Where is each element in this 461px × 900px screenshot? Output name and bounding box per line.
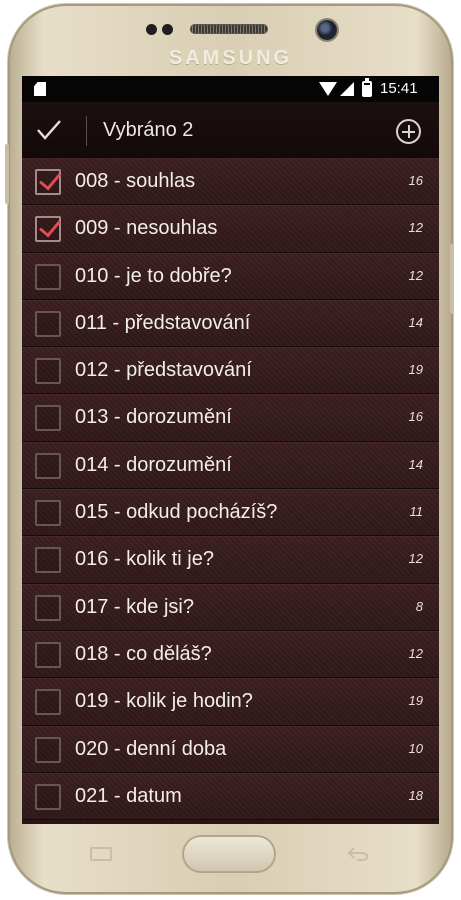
- item-label: 013 - dorozumění: [75, 406, 232, 429]
- item-checkbox[interactable]: [35, 689, 61, 716]
- brand-logo: SAMSUNG: [168, 47, 293, 69]
- item-count: 10: [408, 740, 423, 756]
- list-item[interactable]: 021 - datum 18: [22, 772, 439, 821]
- item-count: 19: [408, 362, 423, 378]
- item-label: 014 - dorozumění: [75, 453, 232, 476]
- item-count: 12: [408, 267, 423, 283]
- home-button[interactable]: [182, 835, 276, 873]
- sensor-icon: [162, 24, 173, 35]
- item-label: 012 - představování: [75, 359, 252, 382]
- check-icon[interactable]: [36, 118, 62, 142]
- back-icon[interactable]: [346, 846, 370, 862]
- front-camera-icon: [317, 20, 337, 40]
- item-checkbox[interactable]: [35, 405, 61, 432]
- item-label: 011 - představování: [75, 311, 251, 334]
- sd-card-icon: [34, 82, 46, 96]
- item-label: 009 - nesouhlas: [75, 217, 218, 240]
- item-count: 12: [408, 645, 423, 661]
- item-count: 12: [408, 220, 423, 236]
- item-label: 015 - odkud pocházíš?: [75, 501, 278, 524]
- item-count: 8: [415, 598, 423, 614]
- battery-icon: [362, 78, 372, 97]
- item-count: 14: [408, 314, 423, 330]
- list-item[interactable]: 019 - kolik je hodin? 19: [22, 678, 439, 726]
- list-item[interactable]: 016 - kolik ti je? 12: [22, 536, 439, 584]
- list-item[interactable]: 014 - dorozumění 14: [22, 441, 439, 490]
- list-item[interactable]: 013 - dorozumění 16: [22, 394, 439, 442]
- item-label: 020 - denní doba: [75, 737, 227, 760]
- status-time: 15:41: [380, 80, 418, 97]
- item-count: 19: [408, 693, 423, 709]
- volume-button: [5, 144, 9, 204]
- item-checkbox[interactable]: [35, 452, 61, 479]
- item-checkbox[interactable]: [35, 169, 61, 195]
- item-label: 008 - souhlas: [75, 170, 196, 192]
- list-item[interactable]: 020 - denní doba 10: [22, 725, 439, 773]
- item-checkbox[interactable]: [35, 736, 61, 763]
- signal-icon: [340, 82, 354, 96]
- item-checkbox[interactable]: [35, 500, 61, 527]
- topic-list: 008 - souhlas 16 009 - nesouhlas 12 010 - je…: [22, 158, 439, 821]
- power-button: [450, 244, 454, 314]
- list-item[interactable]: 011 - představování 14: [22, 299, 439, 348]
- recent-apps-icon[interactable]: [90, 847, 112, 861]
- list-item[interactable]: 008 - souhlas 16: [22, 158, 439, 206]
- list-item[interactable]: 018 - co děláš? 12: [22, 630, 439, 679]
- earpiece-speaker: [190, 24, 268, 34]
- sensor-icon: [146, 24, 157, 35]
- add-circle-icon[interactable]: [396, 119, 421, 144]
- item-count: 18: [408, 787, 423, 803]
- item-count: 16: [408, 173, 423, 188]
- item-count: 16: [408, 409, 423, 425]
- item-checkbox[interactable]: [35, 263, 61, 290]
- item-label: 021 - datum: [75, 784, 182, 807]
- item-count: 12: [408, 551, 423, 567]
- list-item[interactable]: 012 - představování 19: [22, 347, 439, 395]
- item-label: 010 - je to dobře?: [75, 264, 232, 287]
- list-item[interactable]: 010 - je to dobře? 12: [22, 252, 439, 300]
- item-label: 016 - kolik ti je?: [75, 548, 214, 571]
- wifi-icon: [319, 82, 337, 96]
- list-item[interactable]: 017 - kde jsi? 8: [22, 583, 439, 631]
- list-item[interactable]: 009 - nesouhlas 12: [22, 205, 439, 253]
- item-checkbox[interactable]: [35, 216, 61, 243]
- item-checkbox[interactable]: [35, 641, 61, 668]
- item-count: 11: [409, 504, 424, 520]
- status-bar: 15:41: [22, 76, 439, 102]
- item-label: 017 - kde jsi?: [75, 595, 194, 618]
- item-checkbox[interactable]: [35, 310, 61, 337]
- item-count: 14: [408, 456, 423, 472]
- action-bar: Vybráno 2: [22, 102, 439, 158]
- item-checkbox[interactable]: [35, 547, 61, 574]
- item-checkbox[interactable]: [35, 594, 61, 621]
- item-label: 019 - kolik je hodin?: [75, 690, 253, 713]
- selection-title: Vybráno 2: [103, 119, 194, 141]
- list-item[interactable]: 015 - odkud pocházíš? 11: [22, 489, 439, 537]
- item-checkbox[interactable]: [35, 358, 61, 385]
- item-checkbox[interactable]: [35, 783, 61, 810]
- screen: 15:41 Vybráno 2 008 - souhlas 16 009 - nes…: [22, 76, 439, 824]
- item-label: 018 - co děláš?: [75, 642, 212, 665]
- action-bar-divider: [86, 116, 87, 146]
